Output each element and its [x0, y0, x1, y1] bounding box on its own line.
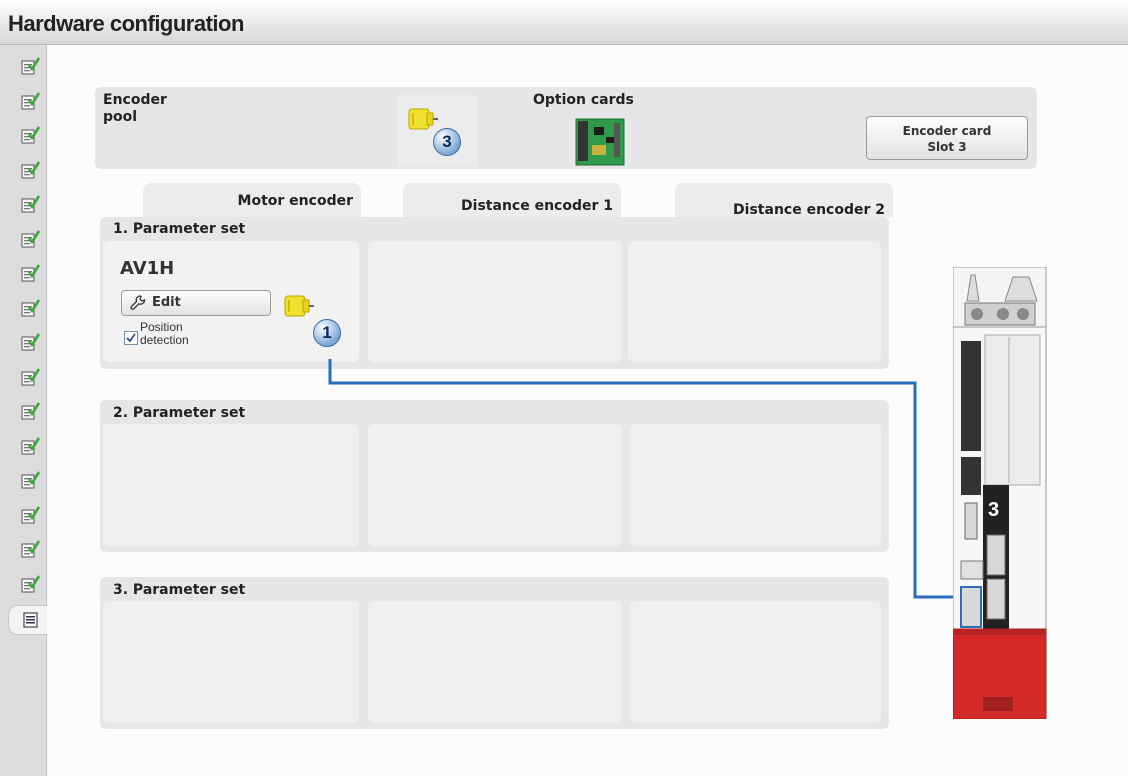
- distance-encoder-1-slot[interactable]: [368, 241, 622, 362]
- sidebar-tab[interactable]: [8, 467, 46, 495]
- encoder-icon[interactable]: [283, 294, 315, 318]
- sidebar-tab[interactable]: [8, 295, 46, 323]
- distance-encoder-2-slot[interactable]: [630, 601, 881, 723]
- motor-encoder-slot[interactable]: [103, 601, 359, 723]
- document-check-icon: [21, 264, 40, 282]
- document-check-icon: [21, 402, 40, 420]
- document-check-icon: [21, 574, 40, 592]
- encoder-pool-title-line1: Encoder: [103, 92, 167, 108]
- sidebar-tab[interactable]: [8, 536, 46, 564]
- parameter-set-3-panel: 3. Parameter set: [100, 577, 889, 729]
- document-check-icon: [21, 91, 40, 109]
- document-check-icon: [21, 333, 40, 351]
- document-check-icon: [21, 229, 40, 247]
- sidebar-tab[interactable]: [8, 364, 46, 392]
- checkmark-icon: [126, 333, 136, 343]
- sidebar-tab[interactable]: [8, 571, 46, 599]
- document-check-icon: [21, 367, 40, 385]
- wrench-icon: [130, 295, 146, 310]
- encoder-pool-title-line2: pool: [103, 109, 138, 125]
- window-title: Hardware configuration: [8, 11, 244, 36]
- motor-encoder-slot[interactable]: [103, 424, 359, 546]
- sidebar-tab[interactable]: [8, 329, 46, 357]
- position-detection-checkbox[interactable]: [124, 331, 138, 345]
- distance-encoder-2-slot[interactable]: [628, 241, 881, 362]
- drive-device-image[interactable]: [953, 267, 1047, 719]
- encoder-pool-title: Encoder pool: [103, 92, 167, 126]
- main-area: Encoder pool 3 Option cards Encoder card…: [47, 45, 1128, 776]
- encoder-count-badge: 3: [433, 128, 461, 156]
- distance-encoder-1-slot[interactable]: [368, 424, 622, 546]
- sidebar-tab[interactable]: [8, 88, 46, 116]
- option-cards-title: Option cards: [533, 92, 634, 108]
- sidebar-tab[interactable]: [8, 433, 46, 461]
- document-check-icon: [21, 505, 40, 523]
- sidebar: [0, 45, 47, 776]
- encoder-pool-drop-area[interactable]: 3: [397, 95, 477, 167]
- encoder-card-slot-button[interactable]: Encoder card Slot 3: [866, 116, 1028, 160]
- motor-encoder-slot[interactable]: AV1H Edit Position detection 1: [103, 241, 359, 362]
- parameter-set-1-title: 1. Parameter set: [113, 221, 246, 237]
- title-bar: Hardware configuration: [0, 0, 1128, 45]
- encoder-number-badge: 1: [313, 319, 341, 347]
- device-slot-number: 3: [988, 499, 1000, 521]
- document-check-icon: [21, 57, 40, 75]
- document-check-icon: [21, 160, 40, 178]
- document-check-icon: [21, 298, 40, 316]
- sidebar-tab[interactable]: [8, 605, 47, 635]
- sidebar-tab[interactable]: [8, 260, 46, 288]
- distance-encoder-2-slot[interactable]: [630, 424, 881, 546]
- parameter-set-3-title: 3. Parameter set: [113, 582, 246, 598]
- sidebar-tab[interactable]: [8, 398, 46, 426]
- sidebar-tab[interactable]: [8, 502, 46, 530]
- encoder-type-name: AV1H: [120, 258, 175, 279]
- sidebar-tab[interactable]: [8, 53, 46, 81]
- sidebar-tab[interactable]: [8, 191, 46, 219]
- sidebar-tab[interactable]: [8, 122, 46, 150]
- document-check-icon: [21, 471, 40, 489]
- document-check-icon: [21, 540, 40, 558]
- parameter-set-2-panel: 2. Parameter set: [100, 400, 889, 552]
- edit-label: Edit: [152, 295, 181, 310]
- option-cards-panel: Option cards Encoder card Slot 3: [512, 87, 1037, 169]
- encoder-icon[interactable]: [407, 107, 439, 131]
- slot-label: Slot 3: [927, 140, 967, 154]
- distance-encoder-1-slot[interactable]: [368, 601, 622, 723]
- parameter-set-1-panel: 1. Parameter set AV1H Edit Position dete…: [100, 217, 889, 369]
- edit-button[interactable]: Edit: [121, 290, 271, 316]
- document-icon: [23, 612, 38, 628]
- encoder-pool-panel: Encoder pool 3: [95, 87, 553, 169]
- document-check-icon: [21, 126, 40, 144]
- tab-distance-encoder-1[interactable]: Distance encoder 1: [403, 183, 621, 217]
- document-check-icon: [21, 436, 40, 454]
- sidebar-tab[interactable]: [8, 157, 46, 185]
- position-detection-label: Position detection: [140, 321, 189, 347]
- sidebar-tab[interactable]: [8, 226, 46, 254]
- document-check-icon: [21, 195, 40, 213]
- position-label-line2: detection: [140, 333, 189, 347]
- parameter-set-2-title: 2. Parameter set: [113, 405, 246, 421]
- encoder-card-label: Encoder card: [902, 124, 992, 138]
- option-card-icon[interactable]: [570, 113, 630, 167]
- tab-distance-encoder-2[interactable]: Distance encoder 2: [675, 183, 893, 218]
- tab-motor-encoder[interactable]: Motor encoder: [143, 183, 361, 217]
